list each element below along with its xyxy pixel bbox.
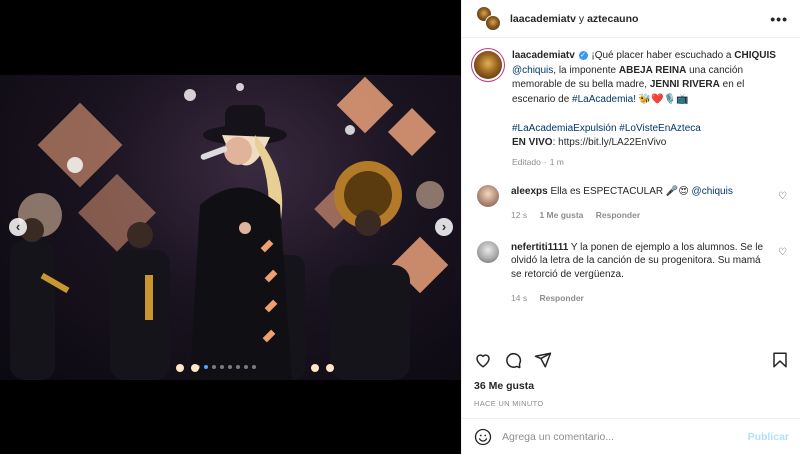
caption-bold: ABEJA REINA xyxy=(618,64,687,76)
author-joiner: y xyxy=(578,12,585,25)
comment-input[interactable] xyxy=(502,430,748,443)
author-link[interactable]: aztecauno xyxy=(587,13,638,25)
caption-fragment: , la imponente xyxy=(553,64,619,76)
caption-age: 1 m xyxy=(549,156,564,167)
caption: laacademiatv ✓ ¡Qué placer haber escucha… xyxy=(474,49,789,167)
comment-username[interactable]: aleexps xyxy=(511,186,548,197)
separator: · xyxy=(543,156,547,167)
carousel-next-button[interactable]: › xyxy=(435,218,453,236)
heart-icon[interactable]: ♡ xyxy=(778,247,787,258)
comment: nefertiti1111 Y la ponen de ejemplo a lo… xyxy=(474,240,789,306)
caption-fragment: ¡Qué placer haber escuchado a xyxy=(591,50,735,61)
caption-bold: EN VIVO xyxy=(512,137,553,148)
reply-button[interactable]: Responder xyxy=(596,210,640,220)
carousel-prev-button[interactable]: ‹ xyxy=(9,218,27,236)
carousel-dot xyxy=(220,365,224,369)
avatar[interactable] xyxy=(474,51,502,79)
caption-fragment: ! 🐝❤️🎙️📺 xyxy=(633,93,689,105)
share-send-icon[interactable] xyxy=(534,351,552,369)
comments-section: laacademiatv ✓ ¡Qué placer haber escucha… xyxy=(462,39,800,337)
post-panel: laacademiatv y aztecauno ••• laacademiat… xyxy=(461,0,800,454)
hashtag-link[interactable]: #LaAcademiaExpulsión xyxy=(512,123,617,134)
post-actions xyxy=(474,347,789,373)
comment-meta: 14 s Responder xyxy=(511,292,773,306)
comment-age: 12 s xyxy=(511,210,528,220)
author-link[interactable]: laacademiatv xyxy=(510,13,576,25)
carousel-dots xyxy=(196,365,256,369)
post-media: ‹ › xyxy=(0,0,461,454)
caption-username[interactable]: laacademiatv xyxy=(512,50,575,61)
carousel-dot xyxy=(252,365,256,369)
hashtag-link[interactable]: #LoVisteEnAzteca xyxy=(619,123,701,134)
concert-photo[interactable] xyxy=(0,75,461,380)
caption-meta: Editado · 1 m xyxy=(512,157,782,167)
more-horizontal-icon[interactable]: ••• xyxy=(770,11,788,27)
avatar[interactable] xyxy=(477,240,499,263)
caption-text: laacademiatv ✓ ¡Qué placer haber escucha… xyxy=(512,49,782,151)
heart-icon[interactable]: ♡ xyxy=(778,191,787,202)
carousel-dot xyxy=(204,365,208,369)
likes-count[interactable]: 36 Me gusta xyxy=(474,380,534,392)
comment-age: 14 s xyxy=(511,293,528,303)
comment-bubble-icon[interactable] xyxy=(504,351,522,369)
reply-button[interactable]: Responder xyxy=(539,293,583,303)
hashtag-link[interactable]: #LaAcademia xyxy=(572,94,633,105)
mention-link[interactable]: @chiquis xyxy=(692,186,733,197)
comment-likes[interactable]: 1 Me gusta xyxy=(539,210,583,220)
stage-illustration xyxy=(10,76,449,380)
caption-url: : https://bit.ly/LA22EnVivo xyxy=(552,137,667,148)
caption-bold: JENNI RIVERA xyxy=(649,79,720,90)
post-authors: laacademiatv y aztecauno xyxy=(510,13,770,25)
emoji-icon[interactable] xyxy=(474,428,492,446)
avatar xyxy=(485,14,501,31)
comment-username[interactable]: nefertiti1111 xyxy=(511,242,568,253)
carousel-dot xyxy=(212,365,216,369)
publish-button[interactable]: Publicar xyxy=(748,431,789,443)
carousel-dot xyxy=(228,365,232,369)
comment-text: Ella es ESPECTACULAR 🎤😍 xyxy=(550,185,692,197)
edited-label: Editado xyxy=(512,156,541,167)
mention-link[interactable]: @chiquis xyxy=(512,65,553,76)
carousel-dot xyxy=(196,365,200,369)
bookmark-save-icon[interactable] xyxy=(771,351,789,369)
carousel-dot xyxy=(236,365,240,369)
carousel-dot xyxy=(244,365,248,369)
add-comment-bar: Publicar xyxy=(462,418,800,454)
verified-badge-icon: ✓ xyxy=(578,50,588,60)
post-timestamp: HACE UN MINUTO xyxy=(474,399,544,408)
caption-bold: CHIQUIS xyxy=(734,50,776,61)
like-heart-icon[interactable] xyxy=(474,351,492,369)
avatar[interactable] xyxy=(477,184,499,207)
collab-avatars[interactable] xyxy=(474,5,504,32)
comment-meta: 12 s 1 Me gusta Responder xyxy=(511,209,773,223)
comment: aleexps Ella es ESPECTACULAR 🎤😍 @chiquis… xyxy=(474,184,789,223)
post-header: laacademiatv y aztecauno ••• xyxy=(462,0,800,38)
post-modal: ‹ › laacademiatv y aztecauno ••• laacade… xyxy=(0,0,800,454)
